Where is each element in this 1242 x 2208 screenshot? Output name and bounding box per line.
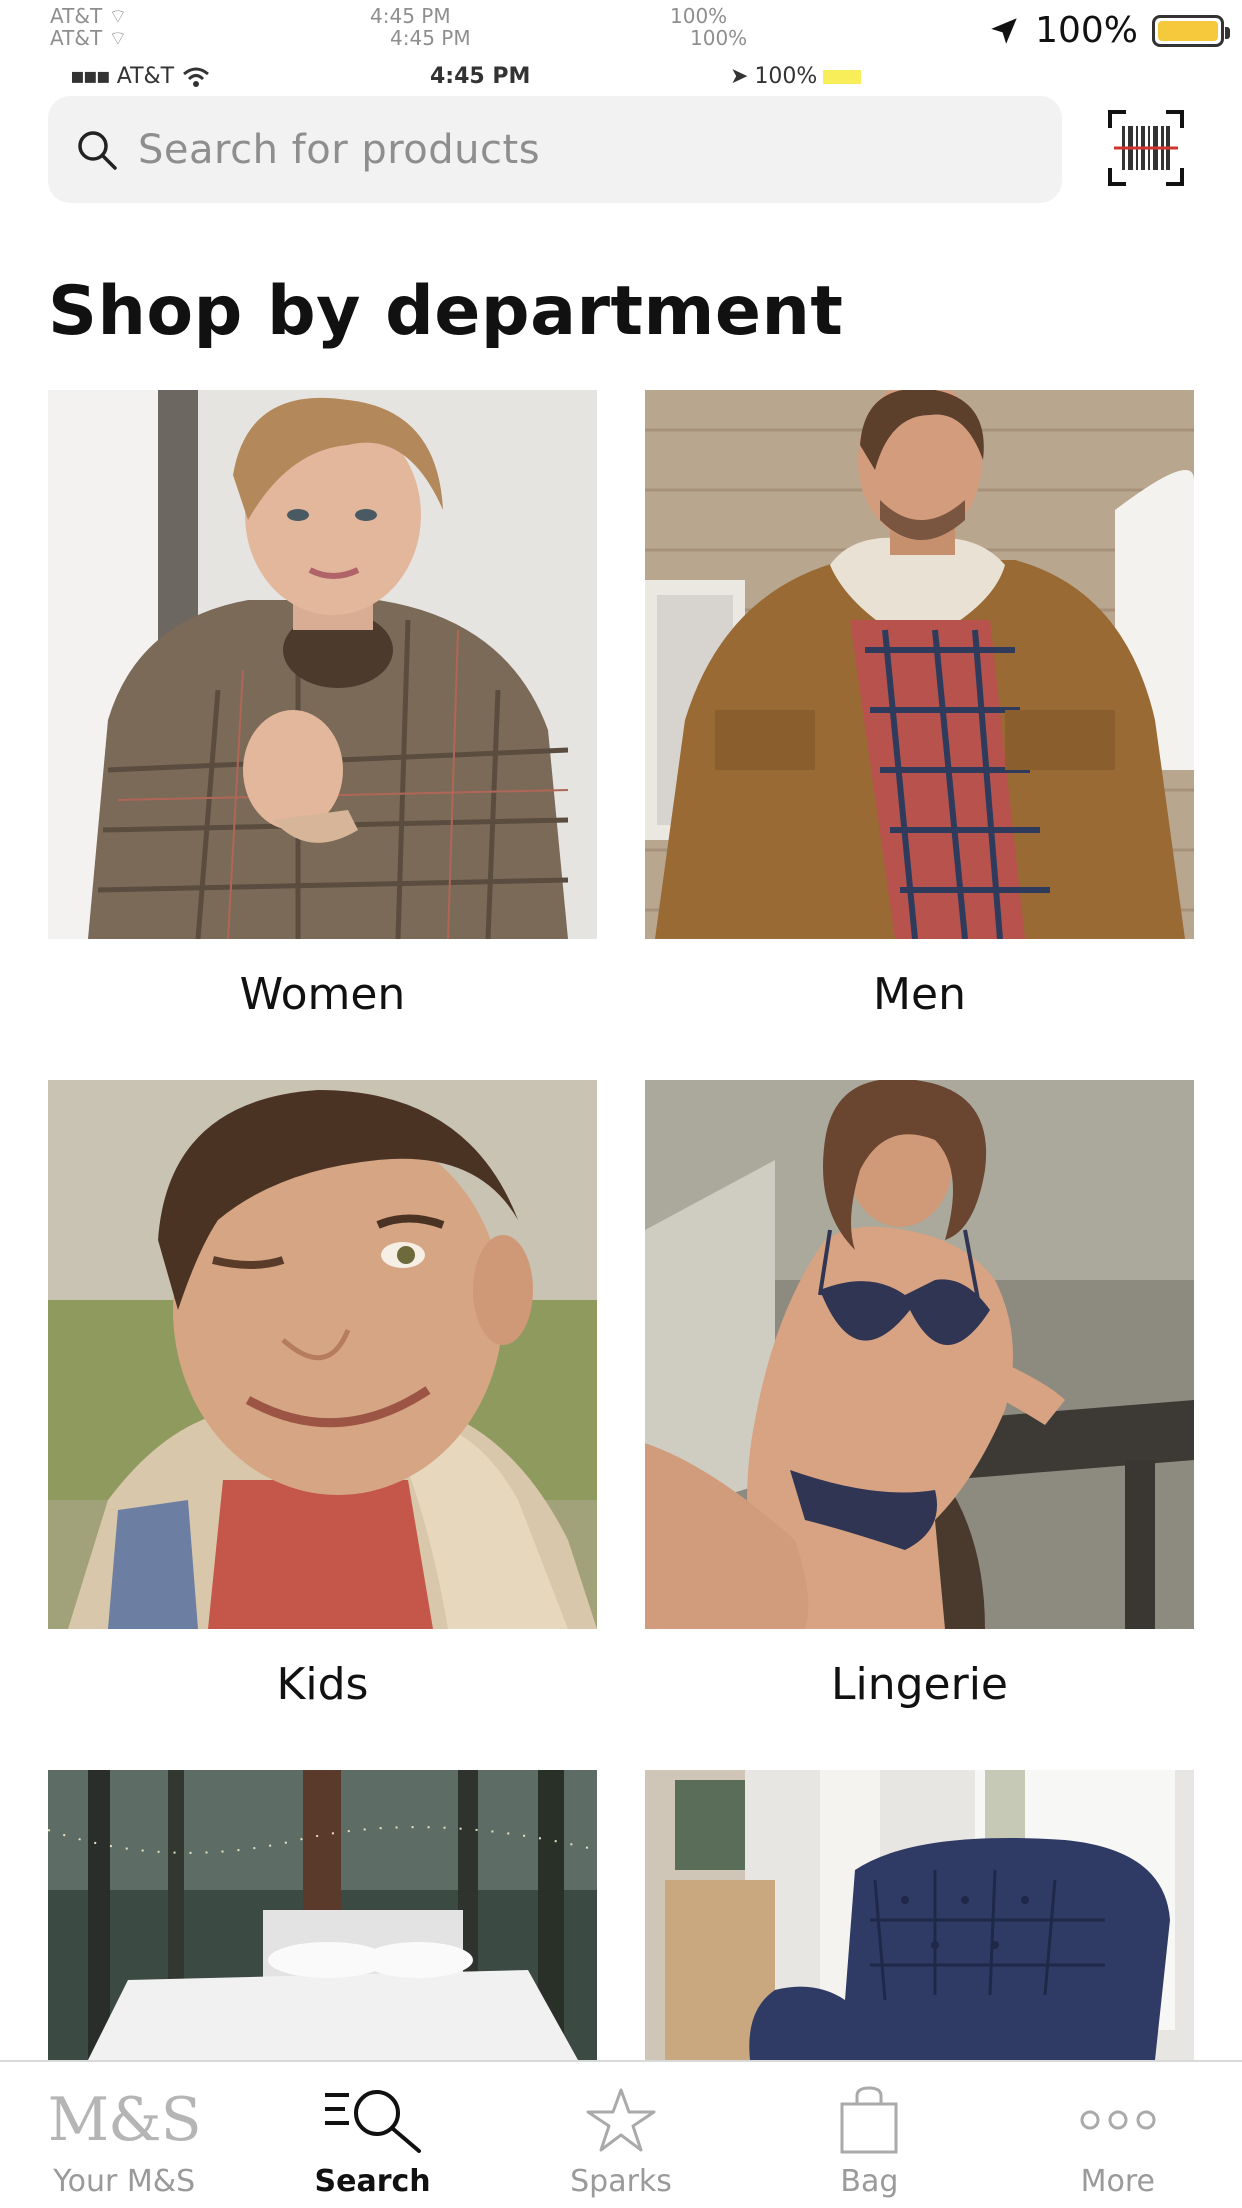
tab-search[interactable]: Search (248, 2062, 496, 2208)
page-title: Shop by department (48, 272, 844, 351)
star-icon-wrap (585, 2084, 657, 2156)
mini-battery-icon (823, 69, 862, 84)
barcode-scan-button[interactable] (1108, 110, 1184, 186)
search-input[interactable] (138, 126, 1038, 173)
tab-label: Search (314, 2164, 431, 2199)
battery-fill (1158, 20, 1218, 41)
bag-icon-wrap (839, 2084, 899, 2156)
tab-label: Your M&S (53, 2164, 196, 2199)
search-list-icon (324, 2090, 421, 2153)
department-card-home[interactable] (48, 1770, 597, 2060)
status-right: 100% (987, 10, 1230, 51)
department-label: Kids (276, 1659, 369, 1710)
more-dots-icon-wrap (1078, 2084, 1158, 2156)
department-image (48, 1080, 597, 1629)
department-image (645, 1080, 1194, 1629)
department-image (48, 1770, 597, 2060)
tab-bag[interactable]: Bag (745, 2062, 993, 2208)
ghost-status-4: AT&T ⌔ (50, 26, 128, 50)
department-label: Lingerie (830, 1659, 1008, 1710)
woman-in-check-coat-photo (48, 390, 597, 939)
ms-logo-icon: M&S (47, 2084, 202, 2156)
search-icon (78, 130, 117, 170)
tab-label: Bag (840, 2164, 899, 2199)
woman-in-lingerie-photo (645, 1080, 1194, 1629)
tab-your-ms[interactable]: M&S Your M&S (0, 2062, 248, 2208)
bag-icon (840, 2086, 898, 2154)
department-card-lingerie[interactable]: Lingerie (645, 1080, 1194, 1710)
tab-bar: M&S Your M&S Search Sparks Bag More (0, 2060, 1242, 2208)
battery-icon (1152, 14, 1230, 47)
department-image (645, 1770, 1194, 2060)
department-card-furniture[interactable] (645, 1770, 1194, 2060)
department-image (48, 390, 597, 939)
signal-dots: ▪▪▪ (70, 64, 111, 89)
department-card-kids[interactable]: Kids (48, 1080, 597, 1710)
ghost-status-2: 4:45 PM (370, 4, 451, 28)
mini-battery-percent: 100% (754, 64, 818, 89)
department-card-women[interactable]: Women (48, 390, 597, 1020)
status-bar: AT&T ⌔ 4:45 PM 100% AT&T ⌔ 4:45 PM 100% … (0, 0, 1242, 90)
more-dots-icon (1080, 2110, 1156, 2130)
location-arrow-icon (991, 17, 1017, 44)
tab-sparks[interactable]: Sparks (497, 2062, 745, 2208)
tab-label: More (1080, 2164, 1156, 2199)
battery-percent: 100% (1035, 10, 1138, 51)
ghost-status-3: 100% (670, 4, 728, 28)
search-bar[interactable] (48, 96, 1062, 203)
blue-velvet-armchair-photo (645, 1770, 1194, 2060)
bedroom-in-forest-photo (48, 1770, 597, 2060)
time-label: 4:45 PM (430, 64, 531, 89)
department-label: Women (239, 969, 406, 1020)
wifi-icon (183, 67, 210, 87)
star-icon (586, 2088, 656, 2152)
department-label: Men (873, 969, 966, 1020)
boy-winking-photo (48, 1080, 597, 1629)
carrier-label: AT&T (116, 64, 175, 89)
department-card-men[interactable]: Men (645, 390, 1194, 1020)
tab-more[interactable]: More (994, 2062, 1242, 2208)
ghost-status-6: 100% (690, 26, 748, 50)
mini-status-bar: ▪▪▪ AT&T 4:45 PM ➤ 100% (70, 64, 890, 89)
department-image (645, 390, 1194, 939)
man-in-cord-jacket-photo (645, 390, 1194, 939)
mini-battery-group: ➤ 100% (730, 64, 862, 89)
location-arrow-icon: ➤ (730, 64, 749, 89)
barcode-scanner-icon (1108, 110, 1184, 186)
ms-logo-text: M&S (47, 2085, 202, 2155)
ghost-status-5: 4:45 PM (390, 26, 471, 50)
tab-label: Sparks (570, 2164, 672, 2199)
search-list-icon-wrap (323, 2084, 423, 2156)
